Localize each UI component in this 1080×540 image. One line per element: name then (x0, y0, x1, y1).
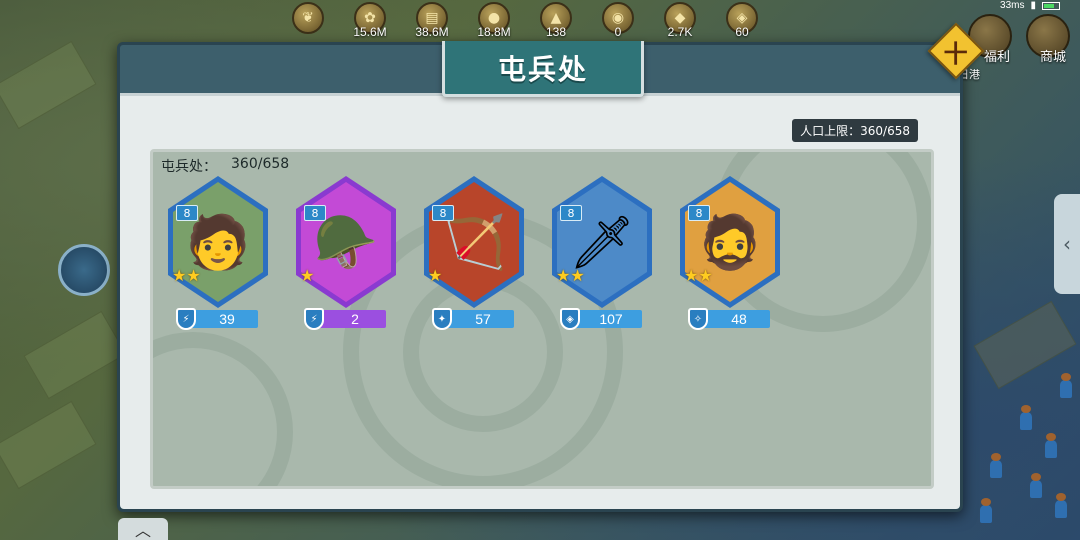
resource-grain[interactable]: ✿ 15.6M (342, 0, 398, 40)
troop-panel: 屯兵处： 360/658 🧑 8 ★★ ⚡ 39 🪖 8 ★ ⚡ 2 🏹 8 ★ ✦ 57 🗡 8 ★★ ◈ 107 🧔… (150, 149, 934, 489)
resource-value: 18.8M (477, 25, 511, 39)
resource-value: 2.7K (667, 25, 693, 39)
unit-portrait: 🏹 (429, 182, 519, 302)
unit-level: 8 (560, 205, 582, 221)
unit-count: 48 (731, 311, 747, 327)
close-icon: 十 (944, 39, 968, 68)
garrison-dialog: 屯兵处 十 人口上限：360/658 屯兵处： 360/658 🧑 8 ★★ ⚡ 39 🪖… (117, 22, 985, 512)
map-tile (0, 400, 97, 490)
resource-value: 138 (545, 25, 567, 39)
unit-level: 8 (176, 205, 198, 221)
unit-frame: 🏹 (424, 176, 524, 308)
unit-card[interactable]: 🗡 8 ★★ ◈ 107 (552, 176, 652, 336)
soldier-sprite (990, 453, 1002, 478)
wheat-icon: ❦ (292, 2, 324, 34)
unit-count-badge: ✦ 57 (432, 308, 514, 330)
ping-text: 33ms (1000, 0, 1025, 11)
star-rating: ★ (428, 266, 443, 285)
shield-icon: ⚡ (304, 308, 324, 330)
unit-level: 8 (688, 205, 710, 221)
unit-count-badge: ✧ 48 (688, 308, 770, 330)
soldier-sprite (1055, 493, 1067, 518)
chevron-left-icon: ‹ (1063, 232, 1071, 256)
resource-value: 15.6M (353, 25, 387, 39)
unit-frame: 🧑 (168, 176, 268, 308)
battery-icon (1042, 1, 1060, 10)
side-expand-tab[interactable]: ‹ (1054, 194, 1080, 294)
bottom-expand-tab[interactable]: ︿ (118, 518, 168, 540)
star-rating: ★★ (684, 266, 713, 285)
resource-gold[interactable]: ◉ 0 (590, 0, 646, 40)
soldier-sprite (1020, 405, 1032, 430)
unit-card[interactable]: 🧔 8 ★★ ✧ 48 (680, 176, 780, 336)
unit-level: 8 (432, 205, 454, 221)
star-rating: ★★ (172, 266, 201, 285)
soldier-sprite (1045, 433, 1057, 458)
unit-count: 107 (599, 311, 623, 327)
cloud-pattern (153, 332, 293, 486)
unit-frame: 🪖 (296, 176, 396, 308)
capacity-label: 人口上限：360/658 (792, 119, 918, 142)
unit-card[interactable]: 🏹 8 ★ ✦ 57 (424, 176, 524, 336)
resource-token[interactable]: ◈ 60 (714, 0, 770, 40)
welfare-label: 福利 (983, 50, 1010, 65)
unit-frame: 🧔 (680, 176, 780, 308)
signal-icon: ▮ (1030, 0, 1036, 11)
unit-card[interactable]: 🪖 8 ★ ⚡ 2 (296, 176, 396, 336)
shield-icon: ⚡ (176, 308, 196, 330)
count-value: 360/658 (231, 156, 290, 172)
dialog-title: 屯兵处 (497, 52, 588, 86)
soldier-sprite (1060, 373, 1072, 398)
unit-count: 57 (475, 311, 491, 327)
dialog-title-plate: 屯兵处 (442, 41, 644, 97)
resource-value: 38.6M (415, 25, 449, 39)
star-rating: ★★ (556, 266, 585, 285)
resource-iron[interactable]: ▲ 138 (528, 0, 584, 40)
resource-wood[interactable]: ▤ 38.6M (404, 0, 460, 40)
resource-value: 0 (614, 25, 622, 39)
resource-wheat[interactable]: ❦ (280, 0, 336, 40)
unit-level: 8 (304, 205, 326, 221)
map-tile (0, 40, 97, 130)
unit-portrait: 🪖 (301, 182, 391, 302)
unit-list: 🧑 8 ★★ ⚡ 39 🪖 8 ★ ⚡ 2 🏹 8 ★ ✦ 57 🗡 8 ★★ ◈ 107 🧔 8 ★★ ✧ 48 (168, 176, 780, 336)
device-status-bar: 33ms ▮ (1000, 0, 1060, 11)
unit-count: 2 (351, 311, 359, 327)
unit-count: 39 (219, 311, 235, 327)
soldier-sprite (980, 498, 992, 523)
garrison-count: 屯兵处： 360/658 (161, 156, 289, 176)
resource-value: 60 (735, 25, 749, 39)
map-tile (23, 310, 127, 400)
unit-count-badge: ⚡ 39 (176, 308, 258, 330)
shop-label: 商城 (1039, 50, 1066, 65)
unit-frame: 🗡 (552, 176, 652, 308)
chevron-up-icon: ︿ (134, 521, 151, 540)
count-label: 屯兵处： (161, 159, 217, 175)
shield-icon: ✦ (432, 308, 452, 330)
shield-icon: ◈ (560, 308, 580, 330)
unit-card[interactable]: 🧑 8 ★★ ⚡ 39 (168, 176, 268, 336)
shield-icon: ✧ (688, 308, 708, 330)
resource-bar: ❦ ✿ 15.6M ▤ 38.6M ● 18.8M ▲ 138 ◉ 0 ◆ 2.7K ◈ 60 (280, 0, 770, 40)
resource-gem[interactable]: ◆ 2.7K (652, 0, 708, 40)
unit-count-badge: ◈ 107 (560, 308, 642, 330)
unit-count-badge: ⚡ 2 (304, 308, 386, 330)
resource-stone[interactable]: ● 18.8M (466, 0, 522, 40)
map-bubble-button[interactable] (58, 244, 110, 296)
soldier-sprite (1030, 473, 1042, 498)
star-rating: ★ (300, 266, 315, 285)
